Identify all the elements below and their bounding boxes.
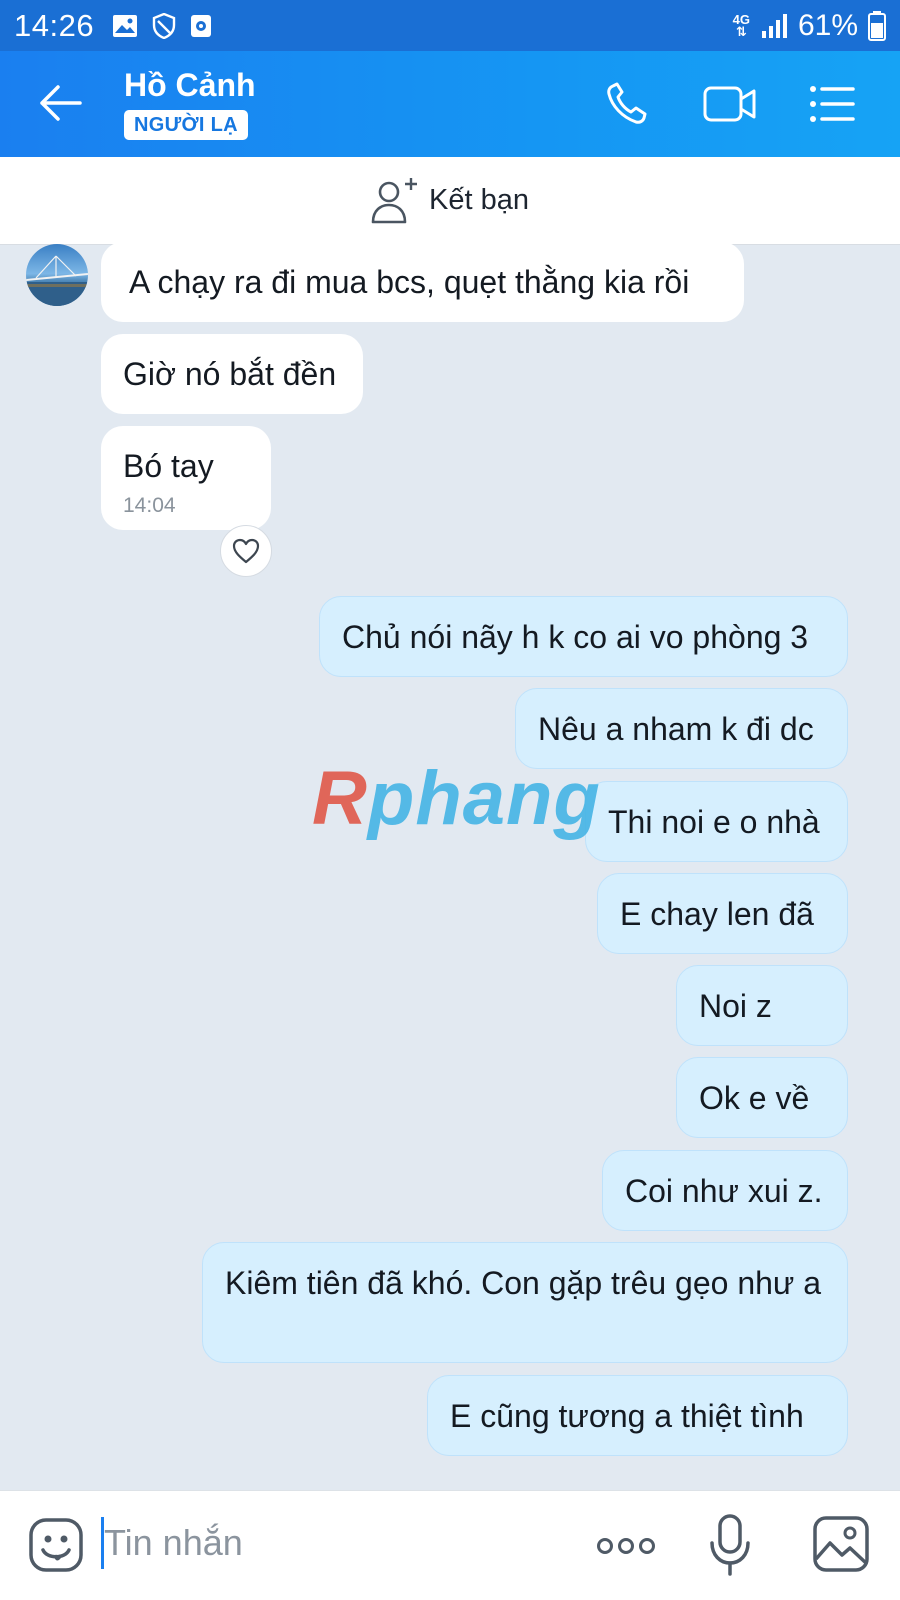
- message-text: Giờ nó bắt đền: [123, 356, 337, 392]
- message-text: Bó tay: [123, 448, 214, 484]
- message-text: Coi như xui z.: [625, 1173, 823, 1209]
- outgoing-message[interactable]: Chủ nói nãy h k co ai vo phòng 3: [319, 596, 848, 677]
- message-text: Noi z: [699, 988, 772, 1024]
- watermark-word: phang: [367, 756, 601, 841]
- outgoing-message[interactable]: Coi như xui z.: [602, 1150, 848, 1231]
- screen-record-icon: [191, 14, 212, 37]
- status-bar: 14:26 4G ⇅ 61%: [0, 0, 900, 51]
- outgoing-message[interactable]: Ok e về: [676, 1057, 848, 1138]
- more-options-icon[interactable]: [596, 1531, 656, 1561]
- message-text: E chay len đã: [620, 896, 814, 932]
- image-picker-icon[interactable]: [812, 1515, 870, 1573]
- outgoing-message[interactable]: E cũng tương a thiệt tình: [427, 1375, 848, 1456]
- clock: 14:26: [14, 7, 95, 43]
- add-person-icon: [371, 177, 417, 223]
- watermark-logo: Rphang: [312, 755, 601, 842]
- battery-icon: [868, 10, 886, 41]
- network-label: 4G: [732, 11, 750, 27]
- bridge-photo-icon: [26, 255, 88, 306]
- heart-icon: [232, 538, 260, 564]
- message-text: E cũng tương a thiệt tình: [450, 1398, 804, 1434]
- gallery-icon: [113, 14, 138, 37]
- status-right: 4G ⇅ 61%: [733, 9, 886, 43]
- stranger-badge: NGƯỜI LẠ: [124, 110, 248, 140]
- message-input[interactable]: [104, 1515, 544, 1571]
- react-button[interactable]: [220, 525, 272, 577]
- shield-icon: [152, 12, 176, 39]
- message-text: Ok e về: [699, 1080, 810, 1116]
- add-friend-label: Kết bạn: [429, 184, 529, 216]
- video-call-icon[interactable]: [702, 81, 758, 127]
- network-type: 4G ⇅: [732, 11, 750, 39]
- add-friend-button[interactable]: Kết bạn: [0, 157, 900, 245]
- outgoing-message[interactable]: Noi z: [676, 965, 848, 1046]
- battery-percent: 61%: [797, 8, 858, 42]
- message-composer: [0, 1490, 900, 1600]
- incoming-message[interactable]: Bó tay 14:04: [101, 426, 271, 530]
- back-arrow-icon[interactable]: [36, 81, 84, 125]
- sticker-emoji-icon[interactable]: [28, 1517, 84, 1573]
- phone-call-icon[interactable]: [604, 81, 654, 127]
- incoming-message[interactable]: A chạy ra đi mua bcs, quẹt thằng kia rồi: [101, 242, 744, 322]
- outgoing-message[interactable]: E chay len đã: [597, 873, 848, 954]
- outgoing-message[interactable]: Kiêm tiên đã khó. Con gặp trêu gẹo như a: [202, 1242, 848, 1363]
- chat-header: Hồ Cảnh NGƯỜI LẠ: [0, 51, 900, 157]
- message-text: A chạy ra đi mua bcs, quẹt thằng kia rồi: [129, 264, 690, 300]
- microphone-icon[interactable]: [708, 1513, 752, 1577]
- watermark-letter: R: [312, 756, 368, 841]
- message-text: Chủ nói nãy h k co ai vo phòng 3: [342, 619, 809, 655]
- contact-name[interactable]: Hồ Cảnh: [124, 67, 256, 104]
- notification-icons: [112, 12, 212, 39]
- contact-avatar[interactable]: [26, 244, 88, 306]
- message-text: Thi noi e o nhà: [608, 804, 820, 840]
- incoming-message[interactable]: Giờ nó bắt đền: [101, 334, 363, 414]
- outgoing-message[interactable]: Thi noi e o nhà: [585, 781, 848, 862]
- signal-icon: [761, 13, 787, 38]
- message-text: Nêu a nham k đi dc: [538, 711, 814, 747]
- message-timestamp: 14:04: [123, 494, 176, 517]
- message-text: Kiêm tiên đã khó. Con gặp trêu gẹo như a: [225, 1265, 822, 1301]
- menu-list-icon[interactable]: [808, 81, 856, 127]
